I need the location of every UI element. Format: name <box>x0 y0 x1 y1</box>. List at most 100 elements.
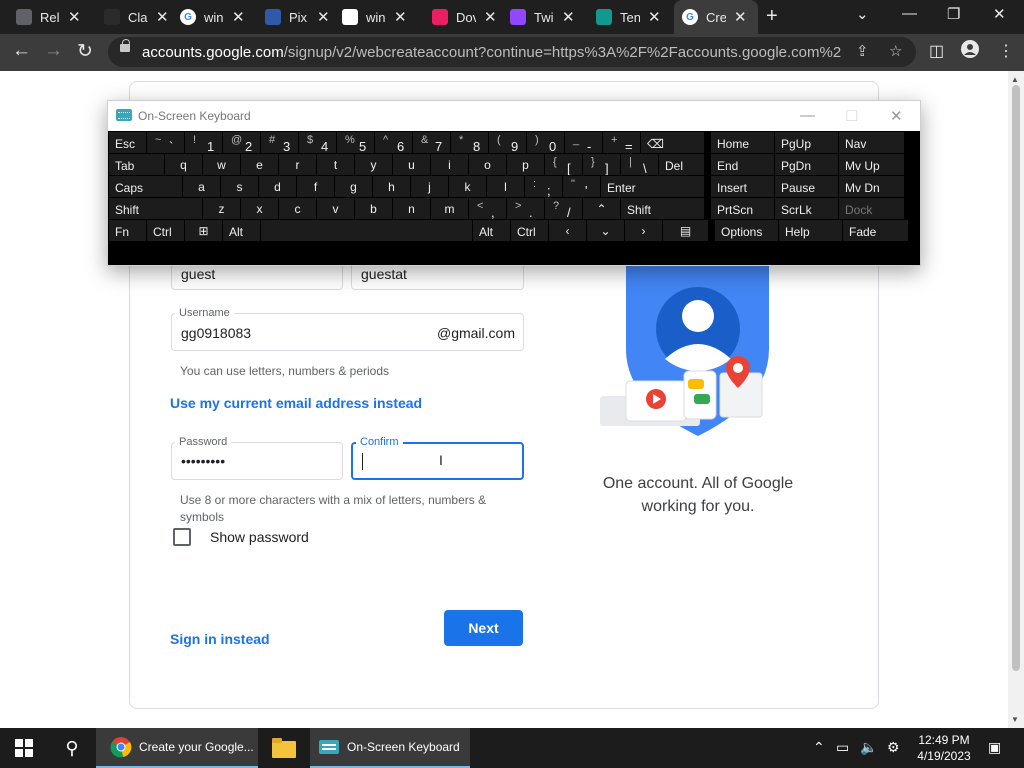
osk-key[interactable]: Nav <box>839 132 904 153</box>
osk-key[interactable]: <, <box>469 198 506 219</box>
osk-key[interactable]: g <box>335 176 372 197</box>
osk-key[interactable]: " ' <box>563 176 600 197</box>
osk-key[interactable]: Del <box>659 154 704 175</box>
taskbar-chrome-item[interactable]: Create your Google... <box>96 728 258 768</box>
sign-in-instead-link[interactable]: Sign in instead <box>170 631 270 647</box>
osk-key[interactable]: s <box>221 176 258 197</box>
osk-close-button[interactable]: ✕ <box>890 107 903 125</box>
scrollbar-thumb[interactable] <box>1012 85 1020 671</box>
search-icon[interactable]: ⚲ <box>48 728 96 768</box>
browser-tab[interactable]: Pix ✕ <box>265 0 341 34</box>
system-clock[interactable]: 12:49 PM 4/19/2023 <box>913 732 975 764</box>
osk-key[interactable]: PrtScn <box>711 198 774 219</box>
taskbar-osk-item[interactable]: On-Screen Keyboard <box>310 728 470 768</box>
back-icon[interactable]: ← <box>12 40 31 62</box>
chrome-menu-icon[interactable]: ⋮ <box>998 41 1014 61</box>
osk-key[interactable]: Insert <box>711 176 774 197</box>
side-panel-icon[interactable]: ◫ <box>929 41 944 61</box>
osk-key[interactable]: o <box>469 154 506 175</box>
osk-key[interactable]: c <box>279 198 316 219</box>
url-text[interactable]: accounts.google.com/signup/v2/webcreatea… <box>142 44 842 61</box>
osk-key[interactable]: m <box>431 198 468 219</box>
osk-key[interactable]: {[ <box>545 154 582 175</box>
osk-key[interactable]: Home <box>711 132 774 153</box>
file-explorer-item[interactable] <box>262 728 306 768</box>
volume-icon[interactable]: 🔈 <box>860 739 877 756</box>
osk-key[interactable]: i <box>431 154 468 175</box>
osk-key[interactable]: x <box>241 198 278 219</box>
osk-key[interactable]: a <box>183 176 220 197</box>
profile-avatar-icon[interactable] <box>960 39 980 64</box>
osk-key[interactable]: ⌄ <box>587 220 624 241</box>
notification-icon[interactable]: ▣ <box>988 739 1001 756</box>
browser-tab[interactable]: Twi ✕ <box>510 0 586 34</box>
browser-tab[interactable]: Ten ✕ <box>596 0 672 34</box>
osk-key[interactable]: ScrLk <box>775 198 838 219</box>
osk-key[interactable]: b <box>355 198 392 219</box>
lock-icon[interactable] <box>120 39 130 52</box>
osk-key[interactable]: ‹ <box>549 220 586 241</box>
tab-close-icon[interactable]: ✕ <box>68 8 81 26</box>
osk-key[interactable]: u <box>393 154 430 175</box>
osk-key[interactable]: Ctrl <box>147 220 184 241</box>
osk-key[interactable]: z <box>203 198 240 219</box>
osk-key[interactable]: Pause <box>775 176 838 197</box>
tab-close-icon[interactable]: ✕ <box>648 8 661 26</box>
network-icon[interactable]: ▭ <box>836 739 849 756</box>
tab-close-icon[interactable]: ✕ <box>394 8 407 26</box>
osk-key[interactable]: Alt <box>473 220 510 241</box>
osk-key[interactable]: ⌫ <box>641 132 704 153</box>
osk-key[interactable]: @2 <box>223 132 260 153</box>
osk-key[interactable]: Mv Up <box>839 154 904 175</box>
osk-key[interactable]: PgDn <box>775 154 838 175</box>
tab-close-icon[interactable]: ✕ <box>484 8 497 26</box>
close-window-button[interactable]: ✕ <box>993 5 1006 23</box>
osk-key[interactable]: % 5 <box>337 132 374 153</box>
forward-icon[interactable]: → <box>44 40 63 62</box>
use-current-email-link[interactable]: Use my current email address instead <box>170 395 422 411</box>
address-bar[interactable]: accounts.google.com/signup/v2/webcreatea… <box>108 37 916 67</box>
osk-key[interactable]: ! 1 <box>185 132 222 153</box>
osk-key[interactable]: Shift <box>621 198 704 219</box>
osk-key[interactable]: v <box>317 198 354 219</box>
new-tab-button[interactable]: + <box>766 5 778 28</box>
osk-key[interactable]: #3 <box>261 132 298 153</box>
osk-key[interactable]: }] <box>583 154 620 175</box>
osk-key[interactable]: e <box>241 154 278 175</box>
osk-key[interactable]: Shift <box>109 198 202 219</box>
tab-close-icon[interactable]: ✕ <box>317 8 330 26</box>
osk-key[interactable]: l <box>487 176 524 197</box>
osk-key[interactable]: Dock <box>839 198 904 219</box>
osk-key[interactable]: k <box>449 176 486 197</box>
osk-key[interactable]: n <box>393 198 430 219</box>
osk-key[interactable]: * 8 <box>451 132 488 153</box>
osk-key[interactable]: End <box>711 154 774 175</box>
osk-key[interactable]: Fn <box>109 220 146 241</box>
scroll-down-icon[interactable]: ▼ <box>1011 715 1019 724</box>
osk-titlebar[interactable]: On-Screen Keyboard — ☐ ✕ <box>108 101 920 131</box>
scroll-up-icon[interactable]: ▲ <box>1011 75 1019 84</box>
osk-key[interactable] <box>261 220 472 241</box>
browser-tab[interactable]: Gwin ✕ <box>180 0 256 34</box>
osk-key[interactable]: p <box>507 154 544 175</box>
osk-key[interactable]: ⌃ <box>583 198 620 219</box>
osk-key[interactable]: f <box>297 176 334 197</box>
osk-key[interactable]: t <box>317 154 354 175</box>
browser-tab[interactable]: win ✕ <box>342 0 418 34</box>
osk-key[interactable]: PgUp <box>775 132 838 153</box>
settings-gear-icon[interactable]: ⚙ <box>887 739 900 756</box>
browser-tab[interactable]: Cla ✕ <box>104 0 180 34</box>
browser-tab[interactable]: Rele ✕ <box>16 0 92 34</box>
osk-key[interactable]: ) 0 <box>527 132 564 153</box>
reload-icon[interactable]: ↻ <box>77 40 93 63</box>
osk-key[interactable]: Mv Dn <box>839 176 904 197</box>
maximize-button[interactable]: ❐ <box>947 5 960 23</box>
minimize-button[interactable]: — <box>902 5 917 22</box>
start-button[interactable] <box>0 728 48 768</box>
osk-key[interactable]: › <box>625 220 662 241</box>
osk-key[interactable]: ▤ <box>663 220 708 241</box>
osk-key[interactable]: h <box>373 176 410 197</box>
osk-key[interactable]: y <box>355 154 392 175</box>
osk-key[interactable]: ^ 6 <box>375 132 412 153</box>
browser-tab[interactable]: G Cre ✕ <box>674 0 758 34</box>
